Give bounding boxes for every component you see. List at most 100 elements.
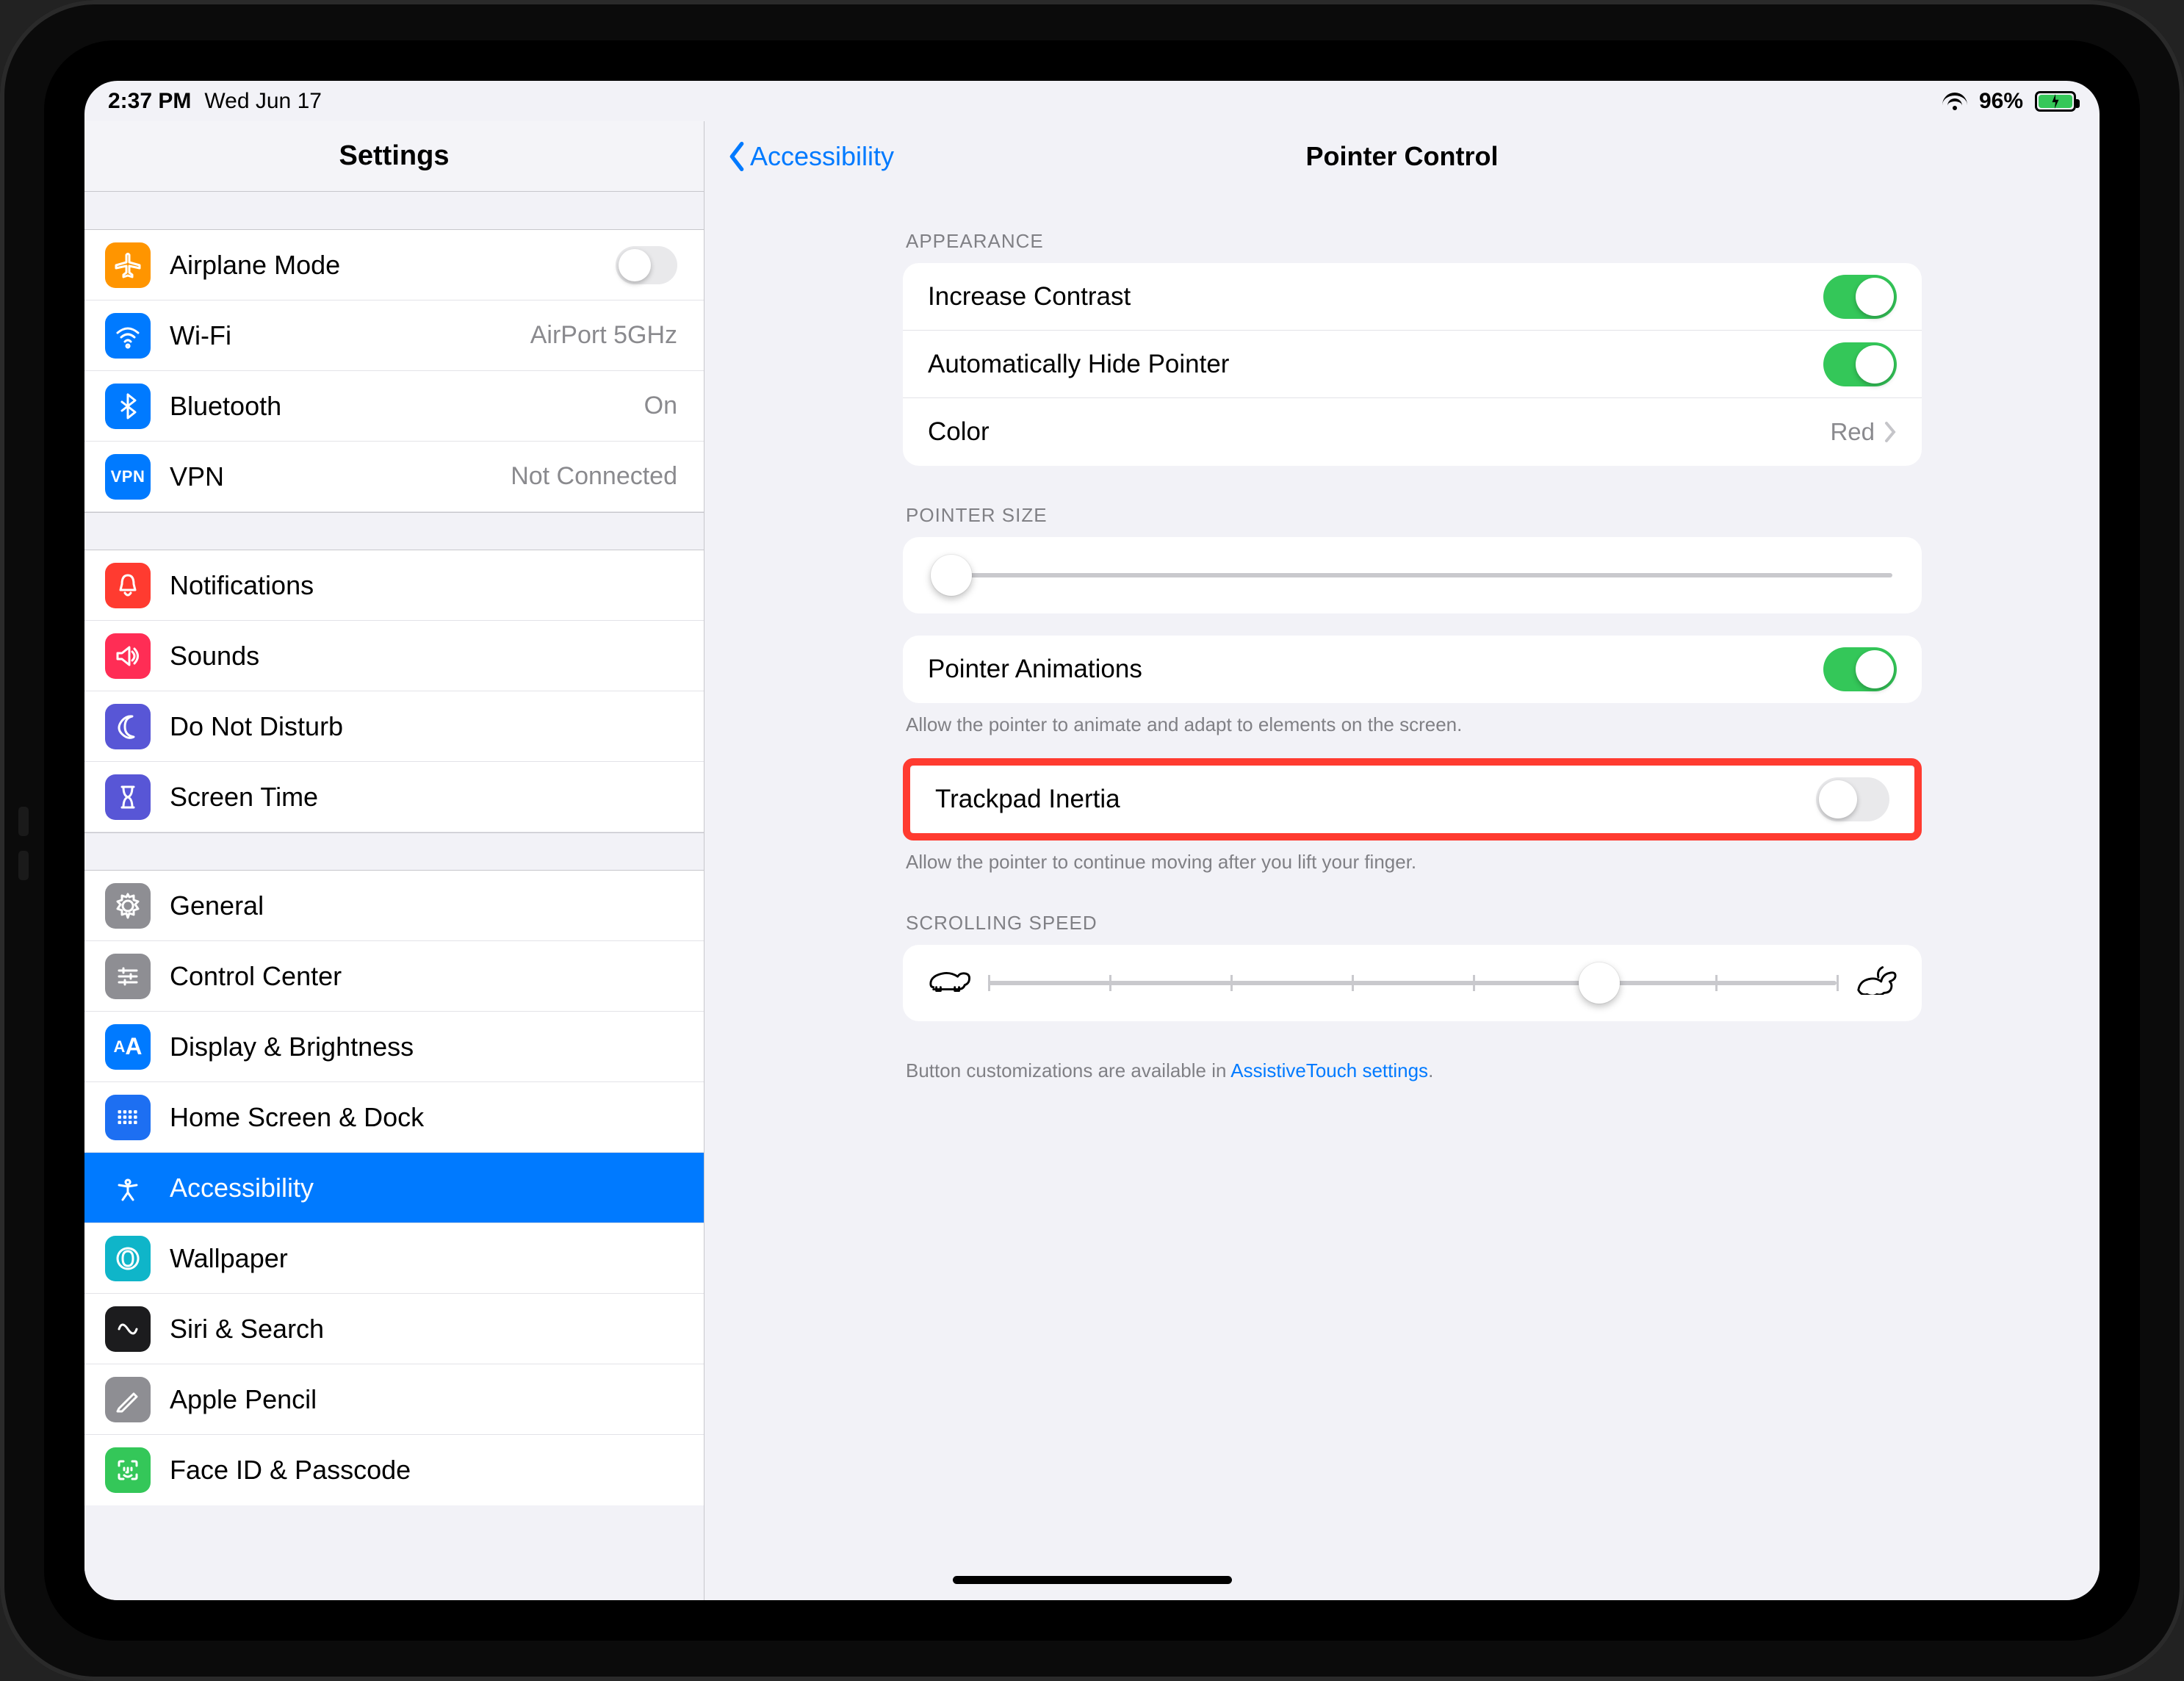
status-bar: 2:37 PM Wed Jun 17 96% <box>84 81 2100 121</box>
increase-contrast-label: Increase Contrast <box>928 282 1131 312</box>
assistive-touch-note: Button customizations are available in A… <box>903 1021 1922 1082</box>
sidebar-item-display-brightness[interactable]: AA Display & Brightness <box>84 1012 704 1082</box>
screen: 2:37 PM Wed Jun 17 96% Settings Airplane… <box>84 81 2100 1600</box>
pointer-size-slider[interactable] <box>932 573 1892 577</box>
back-button[interactable]: Accessibility <box>727 141 894 172</box>
pointer-animations-label: Pointer Animations <box>928 655 1142 684</box>
pointer-animations-toggle[interactable] <box>1823 647 1897 691</box>
sidebar-item-label: VPN <box>170 461 224 492</box>
bluetooth-icon <box>105 384 151 429</box>
scrolling-header: SCROLLING SPEED <box>903 874 1922 945</box>
pointer-animations-note: Allow the pointer to animate and adapt t… <box>903 703 1922 736</box>
sidebar-item-bluetooth[interactable]: BluetoothOn <box>84 371 704 442</box>
sidebar-item-do-not-disturb[interactable]: Do Not Disturb <box>84 691 704 762</box>
sidebar-item-wi-fi[interactable]: Wi-Fi AirPort 5GHz <box>84 300 704 371</box>
scrolling-speed-row[interactable] <box>903 945 1922 1021</box>
home-indicator[interactable] <box>953 1576 1232 1584</box>
sidebar-item-label: Accessibility <box>170 1173 314 1203</box>
color-row[interactable]: Color Red <box>903 398 1922 466</box>
sidebar-item-label: Home Screen & Dock <box>170 1102 424 1133</box>
increase-contrast-toggle[interactable] <box>1823 275 1897 319</box>
battery-icon <box>2035 91 2076 112</box>
ipad-frame: 2:37 PM Wed Jun 17 96% Settings Airplane… <box>0 0 2184 1681</box>
sidebar-item-label: Apple Pencil <box>170 1384 317 1415</box>
settings-sidebar: Settings Airplane Mode Wi-Fi AirPort 5GHz B… <box>84 121 704 1600</box>
apps-icon <box>105 1095 151 1140</box>
status-time: 2:37 PM <box>108 89 191 114</box>
sidebar-item-general[interactable]: General <box>84 871 704 941</box>
trackpad-inertia-label: Trackpad Inertia <box>935 785 1120 814</box>
hourglass-icon <box>105 774 151 820</box>
sidebar-item-label: Display & Brightness <box>170 1032 414 1062</box>
sidebar-item-label: Control Center <box>170 961 342 992</box>
sidebar-item-home-screen-dock[interactable]: Home Screen & Dock <box>84 1082 704 1153</box>
sidebar-item-notifications[interactable]: Notifications <box>84 550 704 621</box>
sidebar-item-face-id-passcode[interactable]: Face ID & Passcode <box>84 1435 704 1505</box>
airplane-icon <box>105 242 151 288</box>
footer-post: . <box>1428 1059 1433 1081</box>
trackpad-inertia-toggle[interactable] <box>1816 777 1889 821</box>
assistive-touch-link[interactable]: AssistiveTouch settings <box>1230 1059 1428 1081</box>
sidebar-item-detail: AirPort 5GHz <box>530 321 677 350</box>
color-value: Red <box>1830 418 1875 446</box>
sidebar-item-wallpaper[interactable]: Wallpaper <box>84 1223 704 1294</box>
sidebar-title: Settings <box>84 121 704 192</box>
accessibility-icon <box>105 1165 151 1211</box>
sliders-icon <box>105 954 151 999</box>
trackpad-inertia-note: Allow the pointer to continue moving aft… <box>903 840 1922 874</box>
ipad-screen-bezel: 2:37 PM Wed Jun 17 96% Settings Airplane… <box>44 40 2140 1641</box>
pointer-animations-row[interactable]: Pointer Animations <box>903 636 1922 703</box>
pointer-animations-card: Pointer Animations <box>903 636 1922 703</box>
pencil-icon <box>105 1377 151 1422</box>
chevron-right-icon <box>1884 421 1897 443</box>
scrolling-speed-slider[interactable] <box>988 981 1837 985</box>
footer-pre: Button customizations are available in <box>906 1059 1230 1081</box>
sidebar-item-vpn[interactable]: VPN VPN Not Connected <box>84 442 704 512</box>
sidebar-item-sounds[interactable]: Sounds <box>84 621 704 691</box>
sidebar-item-apple-pencil[interactable]: Apple Pencil <box>84 1364 704 1435</box>
sidebar-item-control-center[interactable]: Control Center <box>84 941 704 1012</box>
gear-icon <box>105 883 151 929</box>
trackpad-inertia-row[interactable]: Trackpad Inertia <box>910 766 1914 833</box>
sidebar-item-siri-search[interactable]: Siri & Search <box>84 1294 704 1364</box>
sidebar-item-label: Face ID & Passcode <box>170 1455 411 1486</box>
pointer-size-slider-row[interactable] <box>903 537 1922 613</box>
sidebar-item-label: Wi-Fi <box>170 320 231 351</box>
status-date: Wed Jun 17 <box>204 89 322 114</box>
sidebar-item-label: Screen Time <box>170 782 318 813</box>
wifi-icon <box>105 313 151 359</box>
hare-icon <box>1854 965 1897 1001</box>
back-label: Accessibility <box>750 141 894 172</box>
page-title: Pointer Control <box>704 141 2100 172</box>
sidebar-item-accessibility[interactable]: Accessibility <box>84 1153 704 1223</box>
sidebar-item-screen-time[interactable]: Screen Time <box>84 762 704 832</box>
auto-hide-row[interactable]: Automatically Hide Pointer <box>903 331 1922 398</box>
siri-icon <box>105 1306 151 1352</box>
moon-icon <box>105 704 151 749</box>
sidebar-item-label: General <box>170 890 264 921</box>
nav-bar: Accessibility Pointer Control <box>704 121 2100 192</box>
pointer-size-card <box>903 537 1922 613</box>
sidebar-item-detail: Not Connected <box>511 462 677 491</box>
sidebar-item-label: Do Not Disturb <box>170 711 343 742</box>
airplane-mode-toggle[interactable] <box>616 246 677 284</box>
speaker-icon <box>105 633 151 679</box>
text-size-icon: AA <box>105 1024 151 1070</box>
color-label: Color <box>928 417 990 447</box>
faceid-icon <box>105 1447 151 1493</box>
sidebar-item-detail: On <box>644 392 677 420</box>
chevron-left-icon <box>727 142 747 171</box>
vpn-icon: VPN <box>105 454 151 500</box>
increase-contrast-row[interactable]: Increase Contrast <box>903 263 1922 331</box>
auto-hide-toggle[interactable] <box>1823 342 1897 386</box>
sidebar-item-label: Airplane Mode <box>170 250 340 281</box>
battery-percent: 96% <box>1979 89 2023 114</box>
wifi-icon <box>1942 93 1967 110</box>
detail-pane: Accessibility Pointer Control APPEARANCE… <box>704 121 2100 1600</box>
bell-icon <box>105 563 151 608</box>
tortoise-icon <box>928 965 970 1001</box>
wallpaper-icon <box>105 1236 151 1281</box>
sidebar-item-label: Sounds <box>170 641 259 672</box>
sidebar-item-airplane-mode[interactable]: Airplane Mode <box>84 230 704 300</box>
appearance-card: Increase Contrast Automatically Hide Poi… <box>903 263 1922 466</box>
